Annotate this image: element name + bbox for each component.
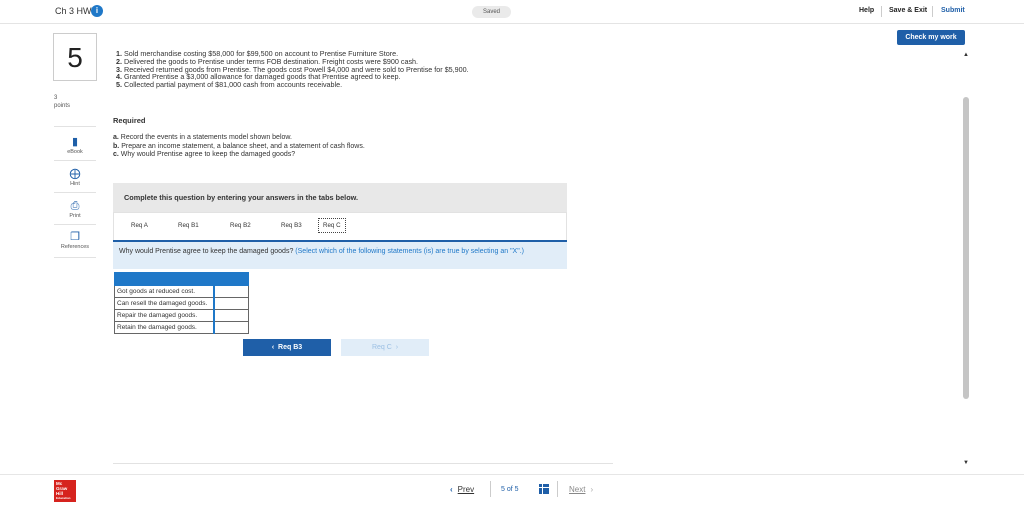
question-prompt: Why would Prentise agree to keep the dam…	[113, 240, 567, 269]
pager-divider	[557, 481, 558, 497]
sidebar-divider	[54, 160, 96, 161]
chevron-left-icon: ‹	[271, 344, 275, 351]
top-bar: Ch 3 HW i Saved Help Save & Exit Submit	[0, 0, 1024, 24]
info-icon[interactable]: i	[91, 5, 103, 17]
scroll-up-arrow-icon[interactable]: ▲	[963, 52, 969, 58]
answer-input[interactable]	[212, 285, 249, 298]
sidebar-divider	[54, 257, 96, 258]
page-counter: 5 of 5	[501, 486, 519, 493]
prompt-hint: (Select which of the following statement…	[295, 248, 524, 255]
hint-tool[interactable]: ⨁ Hint	[54, 168, 96, 187]
question-number: 5	[53, 33, 97, 81]
answer-input[interactable]	[212, 309, 249, 322]
ebook-label: eBook	[67, 149, 83, 155]
assignment-title: Ch 3 HW	[55, 6, 92, 16]
prompt-question: Why would Prentise agree to keep the dam…	[119, 248, 294, 255]
table-row: Retain the damaged goods.	[113, 321, 249, 334]
prev-question-link[interactable]: ‹ Prev	[450, 485, 474, 494]
next-label: Next	[569, 485, 586, 494]
table-header-row	[113, 272, 249, 286]
sidebar-divider	[54, 192, 96, 193]
ebook-tool[interactable]: ▮ eBook	[54, 136, 96, 155]
save-exit-link[interactable]: Save & Exit	[889, 7, 927, 14]
list-item: a. Record the events in a statements mod…	[113, 134, 293, 141]
print-icon: ⎙	[70, 200, 80, 212]
instruction-banner: Complete this question by entering your …	[113, 183, 567, 212]
content-divider	[113, 463, 613, 464]
print-tool[interactable]: ⎙ Print	[54, 200, 96, 219]
statement-cell: Got goods at reduced cost.	[113, 285, 215, 298]
top-divider	[881, 6, 882, 17]
tab-req-b1[interactable]: Req B1	[178, 222, 199, 229]
next-req-label: Req C	[371, 344, 392, 351]
next-req-button[interactable]: Req C ›	[341, 339, 429, 356]
mcgraw-hill-logo: Mc Graw Hill Education	[54, 480, 76, 502]
hint-icon: ⨁	[69, 168, 81, 180]
table-row: Repair the damaged goods.	[113, 309, 249, 322]
transaction-list: 1. Sold merchandise costing $58,000 for …	[116, 50, 469, 89]
list-item: b. Prepare an income statement, a balanc…	[113, 142, 365, 150]
help-link[interactable]: Help	[859, 7, 874, 14]
chevron-right-icon: ›	[395, 344, 399, 351]
print-label: Print	[69, 213, 81, 219]
table-row: Can resell the damaged goods.	[113, 297, 249, 310]
required-heading: Required	[113, 116, 146, 125]
references-label: References	[60, 244, 90, 250]
answer-input[interactable]	[212, 321, 249, 334]
top-divider	[932, 6, 933, 17]
prev-label: Prev	[457, 485, 475, 494]
table-row: Got goods at reduced cost.	[113, 285, 249, 298]
references-tool[interactable]: ❐ References	[54, 231, 96, 250]
statement-cell: Can resell the damaged goods.	[113, 297, 215, 310]
pager-divider	[490, 481, 491, 497]
instruction-text: Complete this question by entering your …	[124, 193, 359, 202]
scrollbar-thumb[interactable]	[963, 97, 969, 399]
tab-req-b3[interactable]: Req B3	[281, 222, 302, 229]
tab-bar: Req A Req B1 Req B2 Req B3 Req C	[113, 212, 567, 240]
prev-req-button[interactable]: ‹ Req B3	[243, 339, 331, 356]
saved-status-badge: Saved	[472, 6, 511, 18]
sidebar-divider	[54, 126, 96, 127]
scroll-down-arrow-icon[interactable]: ▼	[963, 460, 969, 466]
footer-divider	[0, 474, 1024, 475]
points-value: 3	[54, 95, 58, 101]
chevron-left-icon: ‹	[450, 485, 453, 494]
points-label: points	[54, 103, 71, 109]
sidebar-divider	[54, 224, 96, 225]
tab-req-b2[interactable]: Req B2	[230, 222, 251, 229]
hint-label: Hint	[70, 181, 80, 187]
answer-input[interactable]	[212, 297, 249, 310]
check-my-work-button[interactable]: Check my work	[897, 30, 965, 45]
submit-link[interactable]: Submit	[941, 7, 965, 14]
question-grid-icon[interactable]	[539, 484, 549, 494]
tab-req-c[interactable]: Req C	[318, 218, 346, 233]
next-question-link[interactable]: Next ›	[569, 485, 593, 494]
tab-req-a[interactable]: Req A	[131, 222, 148, 229]
chevron-right-icon: ›	[590, 485, 594, 494]
book-icon: ▮	[71, 136, 79, 148]
references-icon: ❐	[70, 231, 80, 243]
list-item: c. Why would Prentise agree to keep the …	[113, 151, 296, 158]
statement-cell: Repair the damaged goods.	[113, 309, 215, 322]
prev-req-label: Req B3	[278, 344, 303, 351]
statement-cell: Retain the damaged goods.	[113, 321, 215, 334]
requirements-list: a. Record the events in a statements mod…	[113, 134, 365, 160]
list-item: 5. Collected partial payment of $81,000 …	[116, 80, 343, 90]
answer-table: Got goods at reduced cost. Can resell th…	[113, 272, 249, 334]
